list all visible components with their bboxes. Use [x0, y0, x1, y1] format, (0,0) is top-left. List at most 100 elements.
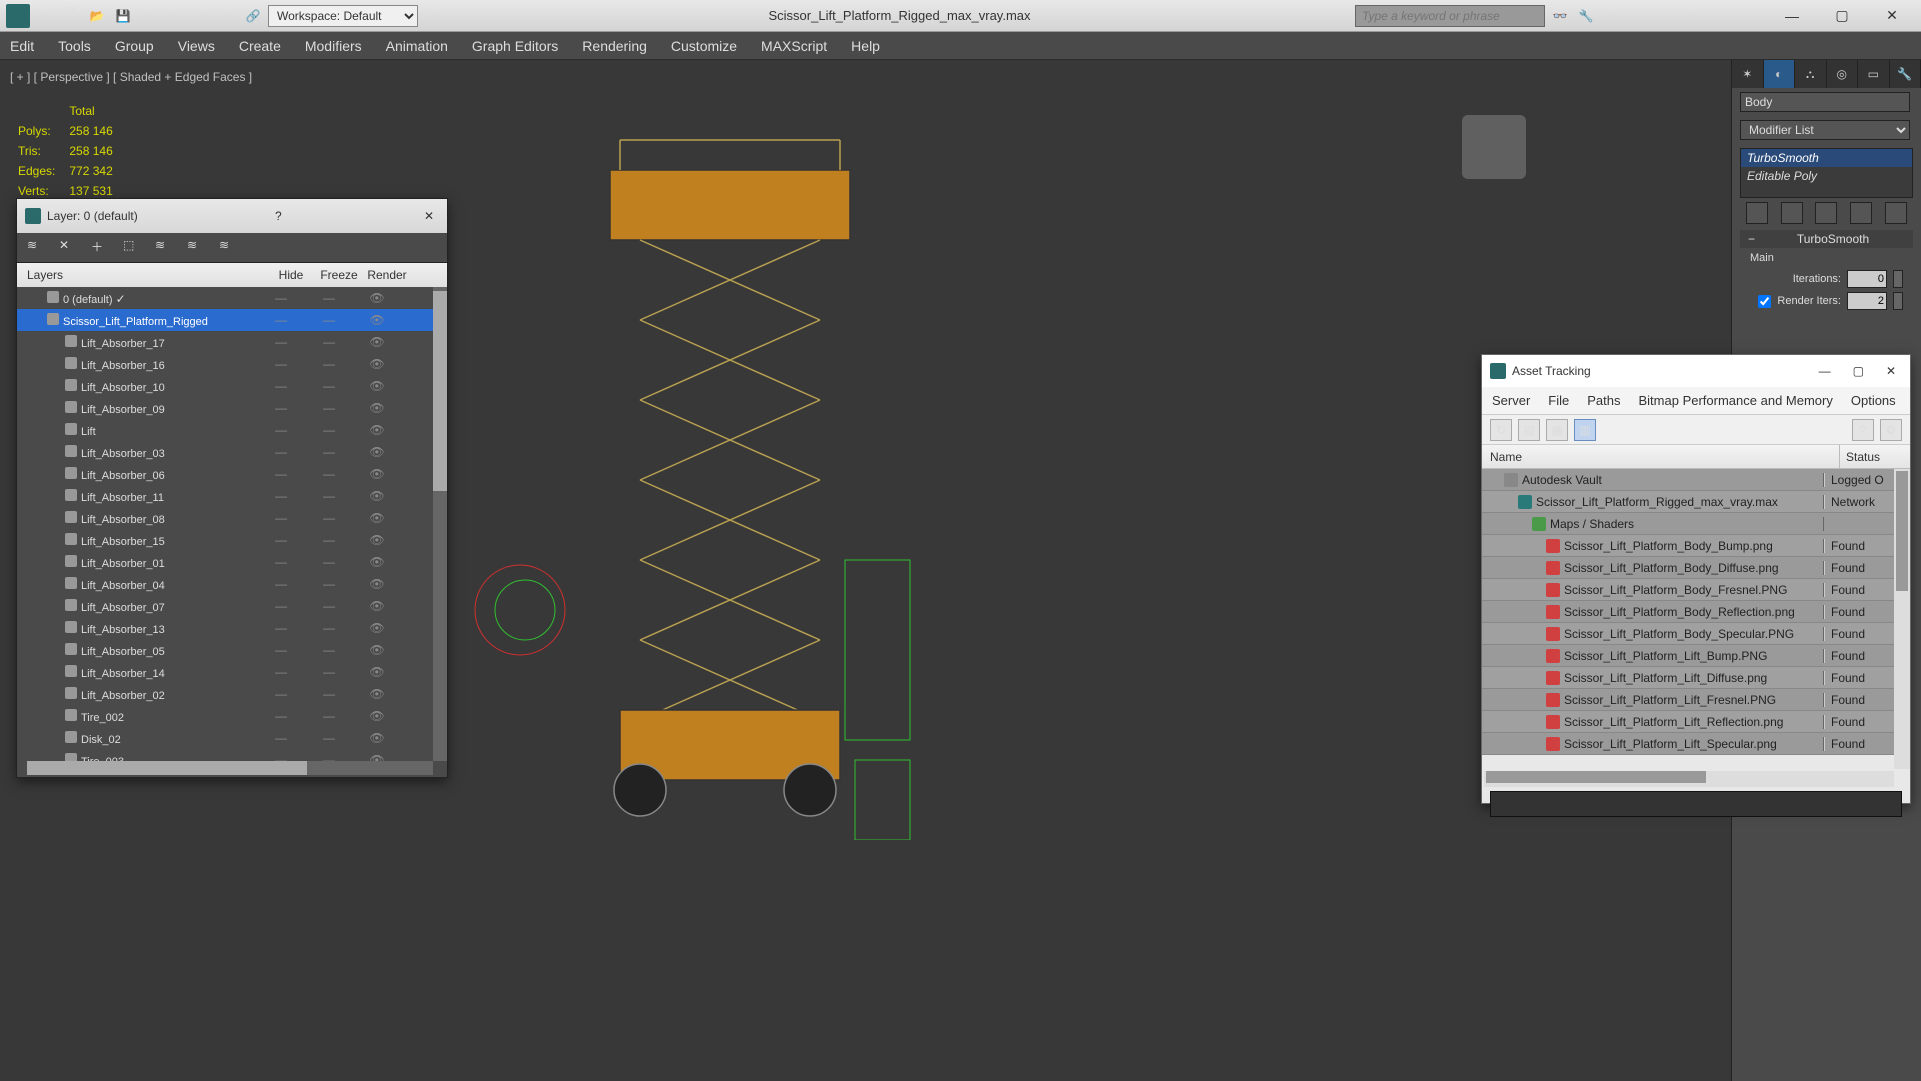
menu-help[interactable]: Help [851, 38, 880, 54]
render-toggle[interactable]: 👁 [353, 379, 401, 393]
col-hide[interactable]: Hide [267, 268, 315, 282]
asset-settings-icon[interactable]: ⚙ [1880, 419, 1902, 441]
highlight-icon[interactable]: ≋ [155, 238, 175, 258]
tab-create-icon[interactable]: ✶ [1732, 60, 1764, 88]
freeze-toggle[interactable]: — [305, 643, 353, 657]
rollout-header[interactable]: −TurboSmooth [1740, 230, 1913, 248]
hide-toggle[interactable]: — [257, 401, 305, 415]
search-input[interactable] [1355, 5, 1545, 27]
asset-row[interactable]: Scissor_Lift_Platform_Rigged_max_vray.ma… [1482, 491, 1894, 513]
layer-row[interactable]: Lift_Absorber_06——👁 [17, 463, 447, 485]
tab-hierarchy-icon[interactable]: ⛬ [1795, 60, 1827, 88]
search-icon[interactable]: 👓 [1549, 5, 1571, 27]
render-toggle[interactable]: 👁 [353, 533, 401, 547]
stack-item[interactable]: Editable Poly [1741, 167, 1912, 185]
render-toggle[interactable]: 👁 [353, 313, 401, 327]
freeze-toggle[interactable]: — [305, 599, 353, 613]
render-toggle[interactable]: 👁 [353, 467, 401, 481]
layer-row[interactable]: Lift_Absorber_09——👁 [17, 397, 447, 419]
freeze-toggle[interactable]: — [305, 621, 353, 635]
asset-row[interactable]: Scissor_Lift_Platform_Body_Diffuse.pngFo… [1482, 557, 1894, 579]
asset-row[interactable]: Scissor_Lift_Platform_Body_Reflection.pn… [1482, 601, 1894, 623]
undo-icon[interactable]: ↶ [138, 5, 160, 27]
add-to-layer-icon[interactable]: ＋ [91, 238, 111, 258]
favorite-icon[interactable]: ☆ [1627, 5, 1649, 27]
layer-row[interactable]: Lift_Absorber_14——👁 [17, 661, 447, 683]
hide-unhide-icon[interactable]: ≋ [187, 238, 207, 258]
tab-utilities-icon[interactable]: 🔧 [1890, 60, 1921, 88]
render-toggle[interactable]: 👁 [353, 291, 401, 305]
layer-row[interactable]: Lift_Absorber_07——👁 [17, 595, 447, 617]
render-iters-input[interactable] [1847, 292, 1887, 310]
asset-row[interactable]: Scissor_Lift_Platform_Lift_Fresnel.PNGFo… [1482, 689, 1894, 711]
redo-icon[interactable]: ↷ [190, 5, 212, 27]
hide-toggle[interactable]: — [257, 753, 305, 761]
help-icon[interactable]: ? [1653, 5, 1675, 27]
freeze-toggle[interactable]: — [305, 423, 353, 437]
help-dropdown-icon[interactable]: ▾ [1679, 5, 1701, 27]
hide-toggle[interactable]: — [257, 621, 305, 635]
make-unique-icon[interactable] [1815, 202, 1837, 224]
menu-graph-editors[interactable]: Graph Editors [472, 38, 558, 54]
hide-toggle[interactable]: — [257, 423, 305, 437]
file-save-icon[interactable]: 💾 [112, 5, 134, 27]
freeze-toggle[interactable]: — [305, 731, 353, 745]
tab-motion-icon[interactable]: ◎ [1827, 60, 1859, 88]
asset-menu-server[interactable]: Server [1492, 393, 1530, 408]
window-maximize-icon[interactable]: ▢ [1819, 2, 1865, 30]
undo-dropdown-icon[interactable]: ▾ [164, 5, 186, 27]
layer-row[interactable]: Tire_002——👁 [17, 705, 447, 727]
asset-row[interactable]: Scissor_Lift_Platform_Body_Fresnel.PNGFo… [1482, 579, 1894, 601]
freeze-toggle[interactable]: — [305, 577, 353, 591]
remove-modifier-icon[interactable] [1850, 202, 1872, 224]
new-layer-icon[interactable]: ≋ [27, 238, 47, 258]
link-icon[interactable]: 🔗 [242, 5, 264, 27]
layer-row[interactable]: Lift_Absorber_04——👁 [17, 573, 447, 595]
freeze-toggle[interactable]: — [305, 379, 353, 393]
layer-row[interactable]: Lift_Absorber_03——👁 [17, 441, 447, 463]
layer-vscrollbar[interactable] [433, 287, 447, 761]
hide-toggle[interactable]: — [257, 445, 305, 459]
key-icon[interactable]: 🔧 [1575, 5, 1597, 27]
layer-close-icon[interactable]: ✕ [419, 209, 439, 223]
col-render[interactable]: Render [363, 268, 411, 282]
layer-row[interactable]: Scissor_Lift_Platform_Rigged——👁 [17, 309, 447, 331]
workspace-selector[interactable]: Workspace: Default [268, 5, 418, 27]
hide-toggle[interactable]: — [257, 555, 305, 569]
freeze-unfreeze-icon[interactable]: ≋ [219, 238, 239, 258]
layer-row[interactable]: Lift_Absorber_10——👁 [17, 375, 447, 397]
freeze-toggle[interactable]: — [305, 555, 353, 569]
freeze-toggle[interactable]: — [305, 401, 353, 415]
render-toggle[interactable]: 👁 [353, 423, 401, 437]
delete-layer-icon[interactable]: ✕ [59, 238, 79, 258]
hide-toggle[interactable]: — [257, 577, 305, 591]
freeze-toggle[interactable]: — [305, 335, 353, 349]
menu-create[interactable]: Create [239, 38, 281, 54]
tab-display-icon[interactable]: ▭ [1858, 60, 1890, 88]
col-layers[interactable]: Layers [17, 268, 267, 282]
asset-row[interactable]: Scissor_Lift_Platform_Lift_Specular.pngF… [1482, 733, 1894, 755]
new-icon[interactable]: ▾ [34, 5, 56, 27]
refresh-icon[interactable]: ↻ [1490, 419, 1512, 441]
render-toggle[interactable]: 👁 [353, 643, 401, 657]
layer-row[interactable]: Lift_Absorber_16——👁 [17, 353, 447, 375]
asset-menu-bitmap-performance-and-memory[interactable]: Bitmap Performance and Memory [1639, 393, 1833, 408]
layer-body[interactable]: 0 (default) ✓——👁Scissor_Lift_Platform_Ri… [17, 287, 447, 761]
render-toggle[interactable]: 👁 [353, 709, 401, 723]
col-freeze[interactable]: Freeze [315, 268, 363, 282]
asset-menu-paths[interactable]: Paths [1587, 393, 1620, 408]
hide-toggle[interactable]: — [257, 291, 305, 305]
tab-modify-icon[interactable]: ◐ [1764, 60, 1796, 88]
render-toggle[interactable]: 👁 [353, 577, 401, 591]
pin-stack-icon[interactable] [1746, 202, 1768, 224]
modifier-stack[interactable]: TurboSmooth Editable Poly [1740, 148, 1913, 198]
layer-row[interactable]: Lift_Absorber_17——👁 [17, 331, 447, 353]
layer-row[interactable]: 0 (default) ✓——👁 [17, 287, 447, 309]
layer-row[interactable]: Tire_003——👁 [17, 749, 447, 761]
workspace-dropdown-icon[interactable]: ▾ [422, 5, 444, 27]
render-toggle[interactable]: 👁 [353, 445, 401, 459]
freeze-toggle[interactable]: — [305, 511, 353, 525]
render-toggle[interactable]: 👁 [353, 335, 401, 349]
freeze-toggle[interactable]: — [305, 313, 353, 327]
hide-toggle[interactable]: — [257, 599, 305, 613]
